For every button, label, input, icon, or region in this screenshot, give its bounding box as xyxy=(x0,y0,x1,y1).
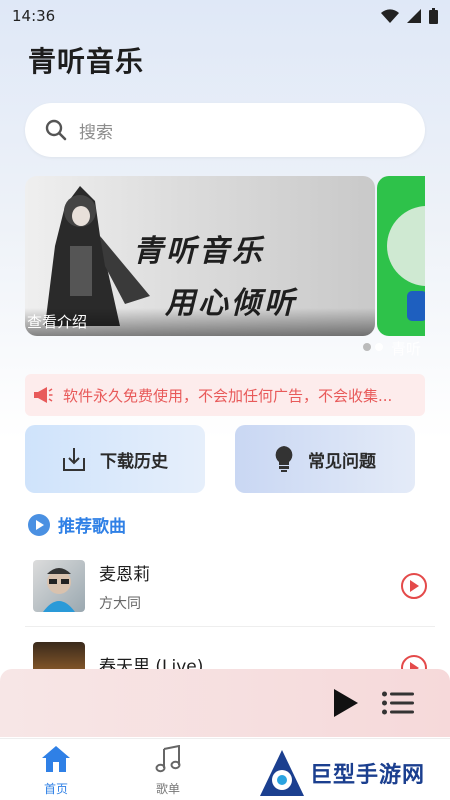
signal-icon xyxy=(407,9,421,23)
watermark-text: 巨型手游网 xyxy=(310,763,426,788)
tab-playlist-label: 歌单 xyxy=(155,782,180,796)
carousel-dot-active xyxy=(375,343,383,351)
search-placeholder: 搜索 xyxy=(79,122,113,143)
player-play-button[interactable] xyxy=(334,689,358,721)
search-bar[interactable]: 搜索 xyxy=(25,103,425,157)
banner-caption[interactable]: 查看介绍 xyxy=(25,308,375,336)
download-icon xyxy=(63,448,85,471)
list-icon xyxy=(382,691,414,715)
carousel-dot xyxy=(363,343,371,351)
play-song-button[interactable] xyxy=(401,573,427,599)
playlist-button[interactable] xyxy=(382,691,414,719)
artist-portrait-icon xyxy=(43,568,75,612)
banner-carousel[interactable]: 青听音乐 用心倾听 查看介绍 青听 xyxy=(25,176,425,358)
play-circle-icon xyxy=(28,513,50,536)
faq-label: 常见问题 xyxy=(308,451,376,472)
banner-slide-next[interactable] xyxy=(377,176,425,336)
app-title: 青听音乐 xyxy=(28,45,145,78)
notice-text: 软件永久免费使用，不会加任何广告，不会收集... xyxy=(63,386,393,405)
status-icons xyxy=(381,8,438,24)
status-bar: 14:36 xyxy=(0,0,450,32)
faq-button[interactable]: 常见问题 xyxy=(235,425,415,493)
song-row[interactable]: 麦恩莉 方大同 xyxy=(25,556,435,616)
play-icon xyxy=(334,689,358,717)
notice-banner: 软件永久免费使用，不会加任何广告，不会收集... xyxy=(25,374,425,416)
carousel-indicator xyxy=(363,343,383,351)
watermark: 巨型手游网 xyxy=(256,746,450,800)
section-title: 推荐歌曲 xyxy=(58,517,126,537)
status-time: 14:36 xyxy=(12,7,56,25)
music-note-icon xyxy=(155,744,181,773)
play-icon xyxy=(410,580,419,592)
watermark-logo-icon xyxy=(260,750,304,796)
mini-player-bar[interactable] xyxy=(0,669,450,737)
banner-headline-1: 青听音乐 xyxy=(133,234,265,269)
tab-playlist[interactable]: 歌单 xyxy=(138,744,198,797)
home-icon xyxy=(42,746,70,772)
lightbulb-icon xyxy=(275,446,293,472)
song-artist: 方大同 xyxy=(99,595,141,612)
song-title: 麦恩莉 xyxy=(99,564,150,585)
wifi-icon xyxy=(381,9,399,23)
album-cover xyxy=(33,560,85,612)
banner-next-caption: 青听 xyxy=(391,340,422,358)
tab-home-label: 首页 xyxy=(43,782,68,796)
divider xyxy=(25,626,435,627)
megaphone-icon xyxy=(34,387,53,403)
banner-slide-current[interactable]: 青听音乐 用心倾听 查看介绍 xyxy=(25,176,375,336)
search-icon xyxy=(45,119,67,141)
banner-next-art xyxy=(387,206,425,321)
download-history-button[interactable]: 下载历史 xyxy=(25,425,205,493)
download-history-label: 下载历史 xyxy=(100,451,168,472)
battery-icon xyxy=(429,8,438,24)
recommended-section-header: 推荐歌曲 xyxy=(28,512,126,537)
tab-home[interactable]: 首页 xyxy=(26,745,86,797)
